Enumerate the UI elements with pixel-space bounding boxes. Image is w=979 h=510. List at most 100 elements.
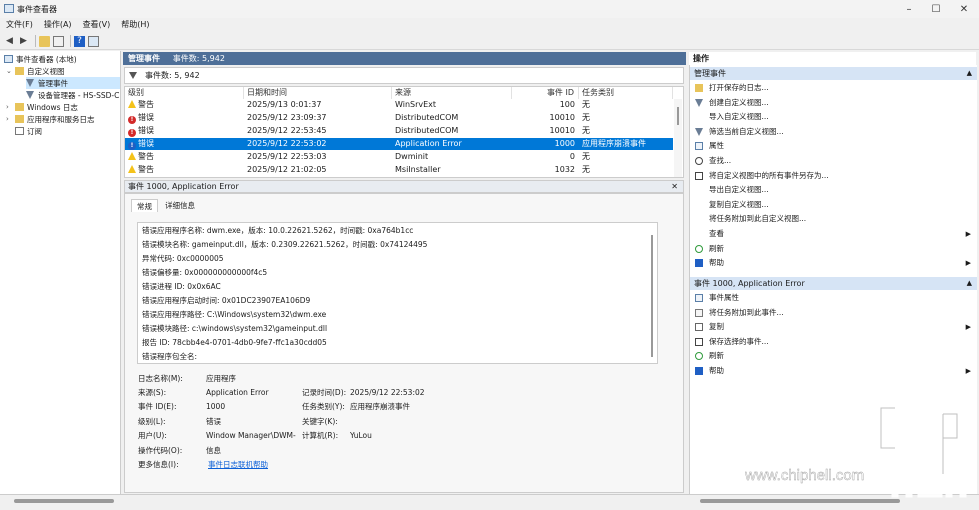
message-scrollbar[interactable]	[651, 235, 653, 357]
tab-general[interactable]: 常规	[131, 199, 158, 212]
message-line: 错误偏移量: 0x000000000000f4c5	[142, 268, 268, 277]
tree-item-label: 应用程序和服务日志	[27, 114, 95, 124]
cell-id: 100	[559, 100, 575, 109]
action-item[interactable]: 将任务附加到此自定义视图...	[690, 212, 977, 226]
filter-icon	[26, 91, 34, 99]
action-item[interactable]: 打开保存的日志...	[690, 81, 977, 95]
column-header-level[interactable]: 级别	[125, 87, 244, 99]
forward-icon[interactable]: ▶	[18, 36, 29, 47]
list-scrollbar[interactable]	[674, 99, 682, 177]
warning-icon	[128, 165, 136, 173]
tree-item-event-viewer-local[interactable]: 事件查看器 (本地)	[4, 53, 77, 65]
online-help-link[interactable]: 事件日志联机帮助	[208, 460, 268, 470]
action-item[interactable]: 查找...	[690, 154, 977, 168]
action-item[interactable]: 刷新	[690, 349, 977, 363]
level-label: 级别(L):	[138, 417, 166, 426]
event-message[interactable]: 错误应用程序名称: dwm.exe，版本: 10.0.22621.5262，时间…	[137, 222, 658, 364]
message-line: 报告 ID: 78cbb4e4-0701-4db0-9fe7-ffc1a30cd…	[142, 338, 327, 347]
column-header-source[interactable]: 来源	[392, 87, 512, 99]
action-item[interactable]: 导出自定义视图...	[690, 183, 977, 197]
cell-task: 无	[582, 126, 590, 135]
chevron-right-icon[interactable]: ›	[6, 115, 9, 123]
table-row[interactable]: 警告 2025/9/12 21:02:05 MsiInstaller 1032 无	[125, 164, 673, 176]
action-label: 帮助	[709, 366, 724, 375]
table-row[interactable]: 警告 2025/9/12 22:53:03 Dwminit 0 无	[125, 151, 673, 163]
action-item[interactable]: 帮助 ▶	[690, 256, 977, 270]
opcode-value: 信息	[206, 446, 221, 455]
action-item[interactable]: 导入自定义视图...	[690, 110, 977, 124]
panel-title: 管理事件	[128, 54, 160, 63]
table-row[interactable]: ! 错误 2025/9/12 23:09:37 DistributedCOM 10010…	[125, 112, 673, 124]
show-hide-tree-icon[interactable]	[53, 35, 64, 47]
collapse-icon[interactable]: ▲	[967, 277, 972, 290]
tree-item-device-manager[interactable]: 设备管理器 - HS-SSD-C	[26, 89, 119, 101]
warning-icon	[128, 100, 136, 108]
cell-id: 1032	[554, 165, 575, 174]
menu-file[interactable]: 文件(F)	[6, 18, 33, 32]
scrollbar-thumb[interactable]	[14, 499, 114, 503]
action-item[interactable]: 刷新	[690, 242, 977, 256]
menu-view[interactable]: 查看(V)	[83, 18, 111, 32]
level-text: 错误	[138, 139, 154, 148]
action-item[interactable]: 帮助 ▶	[690, 364, 977, 378]
scrollbar-thumb[interactable]	[677, 107, 679, 125]
action-item[interactable]: 事件属性	[690, 291, 977, 305]
chevron-right-icon[interactable]: ›	[6, 103, 9, 111]
column-header-datetime[interactable]: 日期和时间	[244, 87, 392, 99]
detail-title: 事件 1000, Application Error	[128, 182, 239, 191]
folder-icon	[15, 67, 24, 75]
tree-item-windows-logs[interactable]: Windows 日志	[15, 101, 78, 113]
table-row[interactable]: ! 错误 2025/9/12 22:53:45 DistributedCOM 10010…	[125, 125, 673, 137]
table-row[interactable]: 警告 2025/9/13 0:01:37 WinSrvExt 100 无	[125, 99, 673, 111]
action-item[interactable]: 将自定义视图中的所有事件另存为...	[690, 169, 977, 183]
message-line: 错误应用程序启动时间: 0x01DC23907EA106D9	[142, 296, 311, 305]
cell-datetime: 2025/9/12 22:53:03	[247, 152, 327, 161]
actions-section-header[interactable]: 管理事件 ▲	[690, 67, 977, 80]
minimize-button[interactable]: –	[895, 0, 923, 18]
action-label: 查找...	[709, 156, 732, 165]
back-icon[interactable]: ◀	[4, 36, 15, 47]
menu-help[interactable]: 帮助(H)	[121, 18, 149, 32]
column-header-task[interactable]: 任务类别	[579, 87, 673, 99]
folder-up-icon[interactable]	[39, 35, 50, 47]
tree-item-subscriptions[interactable]: 订阅	[15, 125, 42, 137]
action-item[interactable]: 将任务附加到此事件...	[690, 306, 977, 320]
tree-item-app-service-logs[interactable]: 应用程序和服务日志	[15, 113, 95, 125]
action-item[interactable]: 复制自定义视图...	[690, 198, 977, 212]
refresh-icon	[695, 244, 703, 253]
tree-item-custom-views[interactable]: 自定义视图	[15, 65, 65, 77]
action-item[interactable]: 创建自定义视图...	[690, 96, 977, 110]
action-item[interactable]: 筛选当前自定义视图...	[690, 125, 977, 139]
tab-details[interactable]: 详细信息	[160, 199, 200, 212]
action-item[interactable]: 保存选择的事件...	[690, 335, 977, 349]
column-header-event-id[interactable]: 事件 ID	[512, 87, 579, 99]
app-icon	[4, 4, 14, 13]
tree-item-administrative-events[interactable]: 管理事件	[26, 77, 120, 89]
action-label: 复制	[709, 322, 724, 332]
menu-action[interactable]: 操作(A)	[44, 18, 72, 32]
cell-level: ! 错误	[128, 125, 243, 137]
subscription-icon	[15, 127, 24, 135]
action-label: 事件属性	[709, 293, 739, 302]
action-item[interactable]: 复制 ▶	[690, 320, 977, 334]
action-label: 将任务附加到此自定义视图...	[709, 214, 807, 224]
actions-title: 操作	[689, 52, 976, 65]
close-button[interactable]: ✕	[950, 0, 978, 18]
task-label: 任务类别(Y):	[302, 402, 345, 411]
action-item[interactable]: 属性	[690, 139, 977, 153]
tree-item-label: 自定义视图	[27, 66, 65, 76]
table-row[interactable]: ! 错误 2025/9/12 22:53:02 Application Error 10…	[125, 138, 673, 150]
action-label: 刷新	[709, 351, 724, 361]
help-icon[interactable]: ?	[74, 35, 85, 47]
actions-section-header[interactable]: 事件 1000, Application Error ▲	[690, 277, 977, 290]
show-action-pane-icon[interactable]	[88, 35, 99, 47]
maximize-button[interactable]: ☐	[922, 0, 950, 18]
collapse-icon[interactable]: ▲	[967, 67, 972, 80]
error-icon: !	[128, 116, 136, 124]
chevron-down-icon[interactable]: ⌄	[6, 67, 12, 75]
action-item[interactable]: 查看 ▶	[690, 227, 977, 241]
submenu-arrow-icon: ▶	[965, 323, 971, 332]
close-icon[interactable]: ✕	[671, 181, 678, 192]
message-line: 错误进程 ID: 0x0x6AC	[142, 282, 221, 291]
section-title: 管理事件	[694, 69, 726, 78]
